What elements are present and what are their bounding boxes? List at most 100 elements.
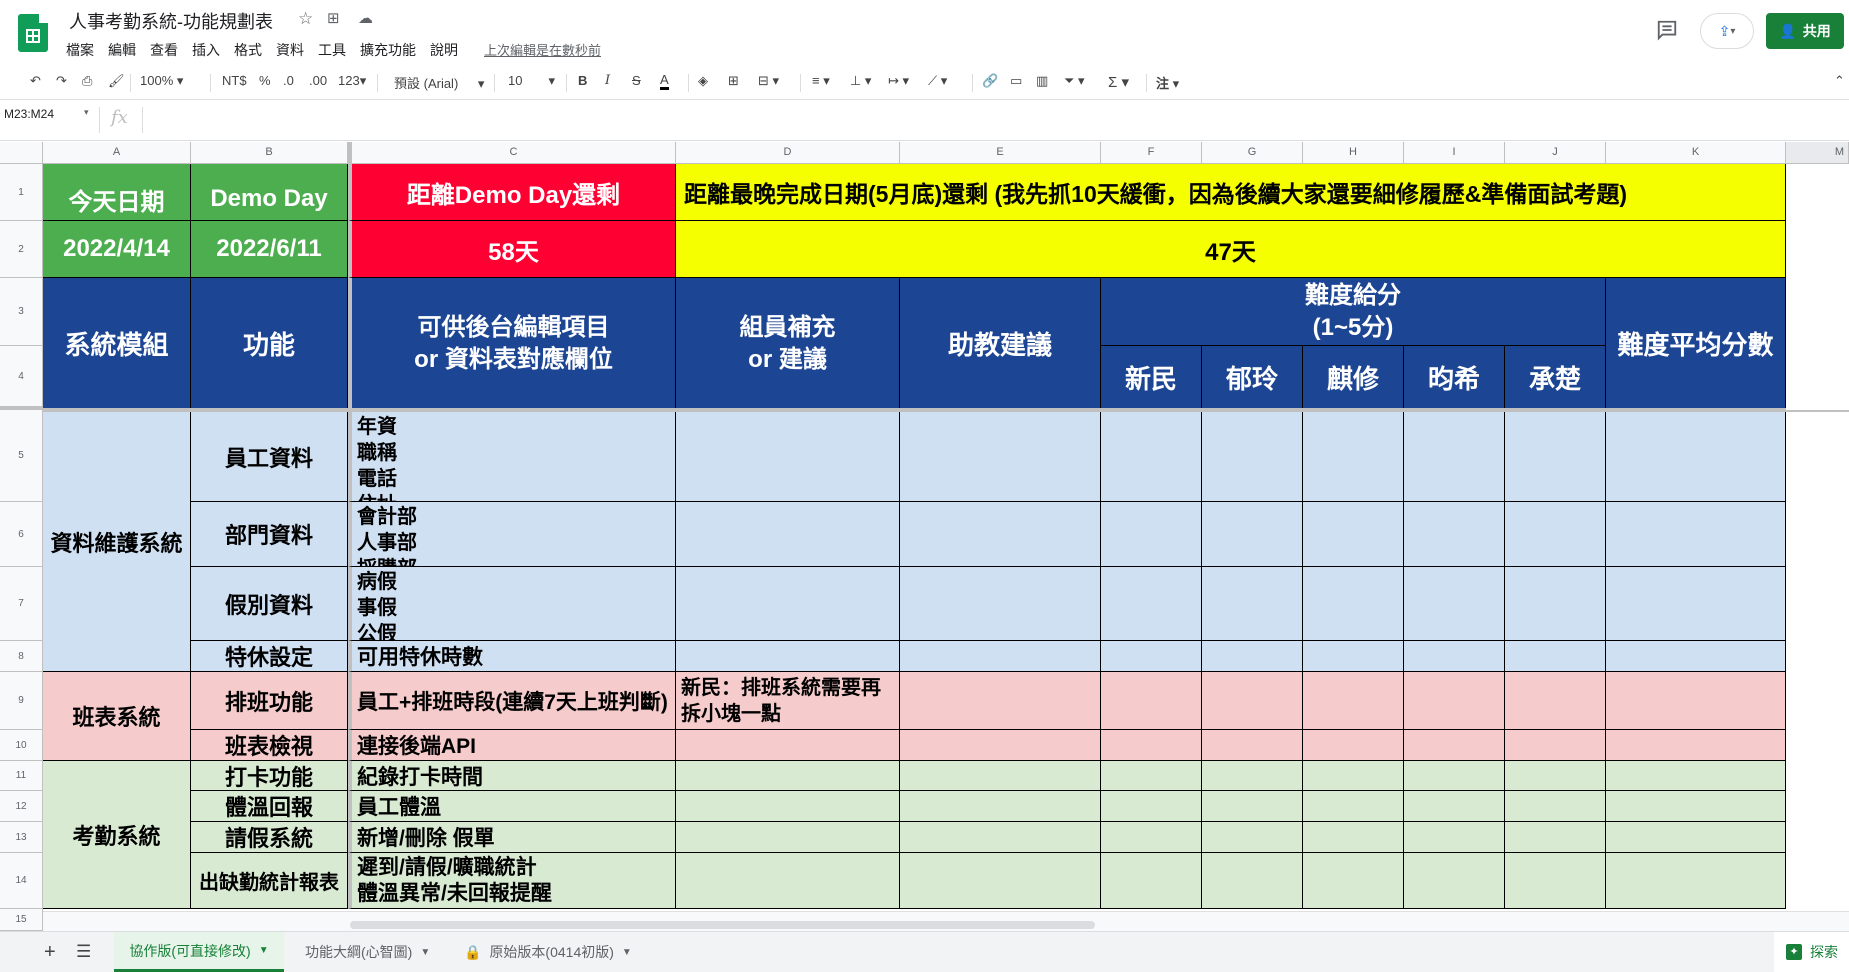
undo-icon[interactable]: ↶ (30, 73, 41, 89)
tab-collab[interactable]: 協作版(可直接修改) ▼ (114, 932, 284, 972)
empty-cell[interactable] (1101, 641, 1202, 672)
text-rotate-icon[interactable]: ⟋ ▾ (928, 73, 947, 89)
currency-button[interactable]: NT$ (222, 73, 247, 88)
document-title[interactable]: 人事考勤系統-功能規劃表 (69, 8, 273, 34)
column-header-h[interactable]: H (1303, 142, 1404, 163)
deadline-label-cell[interactable]: 距離最晚完成日期(5月底)還剩 (我先抓10天緩衝，因為後續大家還要細修履歷&準… (676, 164, 1786, 221)
empty-cell[interactable] (1606, 761, 1786, 791)
deadline-value-cell[interactable]: 47天 (676, 221, 1786, 278)
column-header-d[interactable]: D (676, 142, 900, 163)
empty-cell[interactable] (900, 791, 1101, 822)
empty-cell[interactable] (1606, 730, 1786, 761)
all-sheets-icon[interactable]: ☰ (76, 932, 91, 972)
column-header-b[interactable]: B (191, 142, 348, 163)
empty-cell[interactable] (1202, 761, 1303, 791)
vertical-align-icon[interactable]: ⊥ ▾ (850, 73, 871, 89)
empty-cell[interactable] (1404, 567, 1505, 641)
empty-cell[interactable] (676, 761, 900, 791)
name-box[interactable]: M23:M24 ▾ (4, 107, 94, 121)
empty-cell[interactable] (900, 853, 1101, 909)
row-header[interactable]: 12 (0, 791, 43, 822)
empty-cell[interactable] (1303, 853, 1404, 909)
feature-cell[interactable]: 員工資料 (191, 412, 348, 502)
share-button[interactable]: 👤 共用 (1766, 13, 1844, 49)
empty-cell[interactable] (1404, 412, 1505, 502)
countdown-label-cell[interactable]: 距離Demo Day還剩 (348, 164, 676, 221)
decrease-decimal-button[interactable]: .0 (283, 73, 294, 88)
cloud-status-icon[interactable]: ☁ (358, 9, 373, 27)
filter-icon[interactable]: ⏷ ▾ (1064, 73, 1085, 89)
header-ta-cell[interactable]: 助教建議 (900, 278, 1101, 410)
row-header[interactable]: 15 (0, 909, 43, 931)
present-button[interactable]: ⇪ ▾ (1700, 13, 1754, 49)
select-all-corner[interactable] (0, 142, 43, 163)
tab-outline[interactable]: 功能大綱(心智圖) ▼ (305, 932, 430, 972)
empty-cell[interactable] (1303, 567, 1404, 641)
empty-cell[interactable] (1505, 761, 1606, 791)
module-shift-cell[interactable]: 班表系統 (43, 672, 191, 761)
menu-extensions[interactable]: 擴充功能 (360, 40, 416, 60)
strikethrough-button[interactable]: S (632, 73, 641, 88)
header-difficulty-cell[interactable]: 難度給分 (1~5分) (1101, 278, 1606, 346)
column-header-f[interactable]: F (1101, 142, 1202, 163)
empty-cell[interactable] (1101, 791, 1202, 822)
tab-original[interactable]: 🔒 原始版本(0414初版) ▼ (464, 932, 632, 972)
font-select[interactable]: 預設 (Arial) ▾ (394, 73, 484, 92)
feature-cell[interactable]: 出缺勤統計報表 (191, 853, 348, 909)
empty-cell[interactable] (1404, 761, 1505, 791)
menu-data[interactable]: 資料 (276, 40, 304, 60)
explore-button[interactable]: ✦ 探索 (1774, 932, 1849, 972)
empty-cell[interactable] (1202, 641, 1303, 672)
empty-cell[interactable] (1505, 822, 1606, 853)
menu-edit[interactable]: 編輯 (108, 40, 136, 60)
empty-cell[interactable] (1101, 730, 1202, 761)
feature-cell[interactable]: 班表檢視 (191, 730, 348, 761)
empty-cell[interactable] (676, 822, 900, 853)
menu-tools[interactable]: 工具 (318, 40, 346, 60)
header-person-cell[interactable]: 承楚 (1505, 346, 1606, 410)
row-header[interactable]: 9 (0, 672, 43, 730)
empty-cell[interactable] (1606, 822, 1786, 853)
empty-cell[interactable] (1505, 730, 1606, 761)
empty-cell[interactable] (1404, 822, 1505, 853)
empty-cell[interactable] (1606, 502, 1786, 567)
empty-cell[interactable] (1202, 730, 1303, 761)
empty-cell[interactable] (900, 730, 1101, 761)
empty-cell[interactable] (1606, 641, 1786, 672)
insert-chart-icon[interactable]: ▥ (1036, 73, 1048, 89)
empty-cell[interactable] (1202, 822, 1303, 853)
row-header[interactable]: 8 (0, 641, 43, 672)
empty-cell[interactable] (1505, 791, 1606, 822)
paint-format-icon[interactable]: 🖌 (108, 73, 125, 89)
empty-cell[interactable] (900, 641, 1101, 672)
empty-cell[interactable] (1303, 822, 1404, 853)
empty-cell[interactable] (1202, 853, 1303, 909)
row-header[interactable]: 14 (0, 853, 43, 909)
header-member-cell[interactable]: 組員補充 or 建議 (676, 278, 900, 410)
font-size-select[interactable]: 10 ▾ (508, 73, 555, 89)
formula-input[interactable] (150, 105, 1840, 135)
today-label-cell[interactable]: 今天日期 (43, 164, 191, 221)
field-cell[interactable]: 遲到/請假/曠職統計 體溫異常/未回報提醒 (348, 853, 676, 909)
empty-cell[interactable] (1404, 853, 1505, 909)
feature-cell[interactable]: 部門資料 (191, 502, 348, 567)
empty-cell[interactable] (1303, 412, 1404, 502)
empty-cell[interactable] (1101, 672, 1202, 730)
horizontal-scrollbar[interactable] (350, 921, 1095, 929)
column-header-g[interactable]: G (1202, 142, 1303, 163)
empty-cell[interactable] (1505, 502, 1606, 567)
empty-cell[interactable] (1606, 791, 1786, 822)
comment-history-icon[interactable] (1656, 19, 1678, 41)
field-cell[interactable]: 年資 職稱 電話 住址 (348, 412, 676, 502)
feature-cell[interactable]: 排班功能 (191, 672, 348, 730)
horizontal-align-icon[interactable]: ≡ ▾ (812, 73, 830, 89)
menu-file[interactable]: 檔案 (66, 40, 94, 60)
empty-cell[interactable] (1101, 822, 1202, 853)
number-format-select[interactable]: 123▾ (338, 73, 366, 89)
empty-cell[interactable] (1303, 641, 1404, 672)
empty-cell[interactable] (1202, 567, 1303, 641)
field-cell[interactable]: 會計部 人事部 採購部 (348, 502, 676, 567)
redo-icon[interactable]: ↷ (56, 73, 67, 89)
feature-cell[interactable]: 特休設定 (191, 641, 348, 672)
column-header-m[interactable]: M (1786, 142, 1849, 163)
